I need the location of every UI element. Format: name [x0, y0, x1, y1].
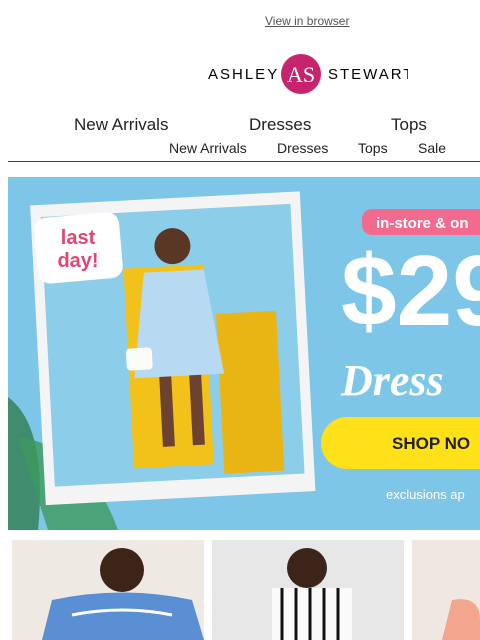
- badge-text-line2: day!: [57, 250, 98, 272]
- subnav-new-arrivals[interactable]: New Arrivals: [169, 140, 247, 156]
- subnav-dresses[interactable]: Dresses: [277, 140, 328, 156]
- shop-now-button-text: SHOP NO: [392, 434, 470, 453]
- tile-2-image: [212, 540, 404, 640]
- ashley-stewart-logo[interactable]: ASHLEY AS STEWART: [208, 52, 413, 96]
- hero-graphic: last day! in-store & on $29 Dress SHOP N…: [8, 177, 480, 530]
- hero-banner[interactable]: last day! in-store & on $29 Dress SHOP N…: [8, 177, 480, 530]
- badge-text-line1: last: [61, 227, 96, 249]
- subnav-sale[interactable]: Sale: [418, 140, 446, 156]
- view-in-browser-link[interactable]: View in browser: [265, 14, 349, 28]
- logo-monogram-text: AS: [287, 62, 315, 87]
- in-store-tag-text: in-store & on: [376, 215, 469, 232]
- nav-dresses[interactable]: Dresses: [249, 115, 311, 135]
- logo-left-text: ASHLEY: [208, 66, 279, 83]
- subnav-tops[interactable]: Tops: [358, 140, 388, 156]
- logo-right-text: STEWART: [328, 66, 408, 83]
- tile-1-image: [12, 540, 204, 640]
- nav-divider: [8, 161, 480, 162]
- logo-graphic: ASHLEY AS STEWART: [208, 54, 413, 94]
- last-day-badge: last day!: [34, 212, 123, 284]
- hero-price: $29: [341, 235, 480, 347]
- hero-disclaimer: exclusions ap: [386, 487, 465, 502]
- nav-new-arrivals[interactable]: New Arrivals: [74, 115, 168, 135]
- photo-yellow-block: [216, 310, 285, 474]
- hero-headline: Dress: [340, 356, 444, 405]
- model-handbag: [125, 347, 153, 371]
- tile-3-image: [412, 540, 480, 640]
- product-tile-2[interactable]: [212, 540, 404, 640]
- nav-tops[interactable]: Tops: [391, 115, 427, 135]
- product-tile-1[interactable]: [12, 540, 204, 640]
- product-tile-3[interactable]: [412, 540, 480, 640]
